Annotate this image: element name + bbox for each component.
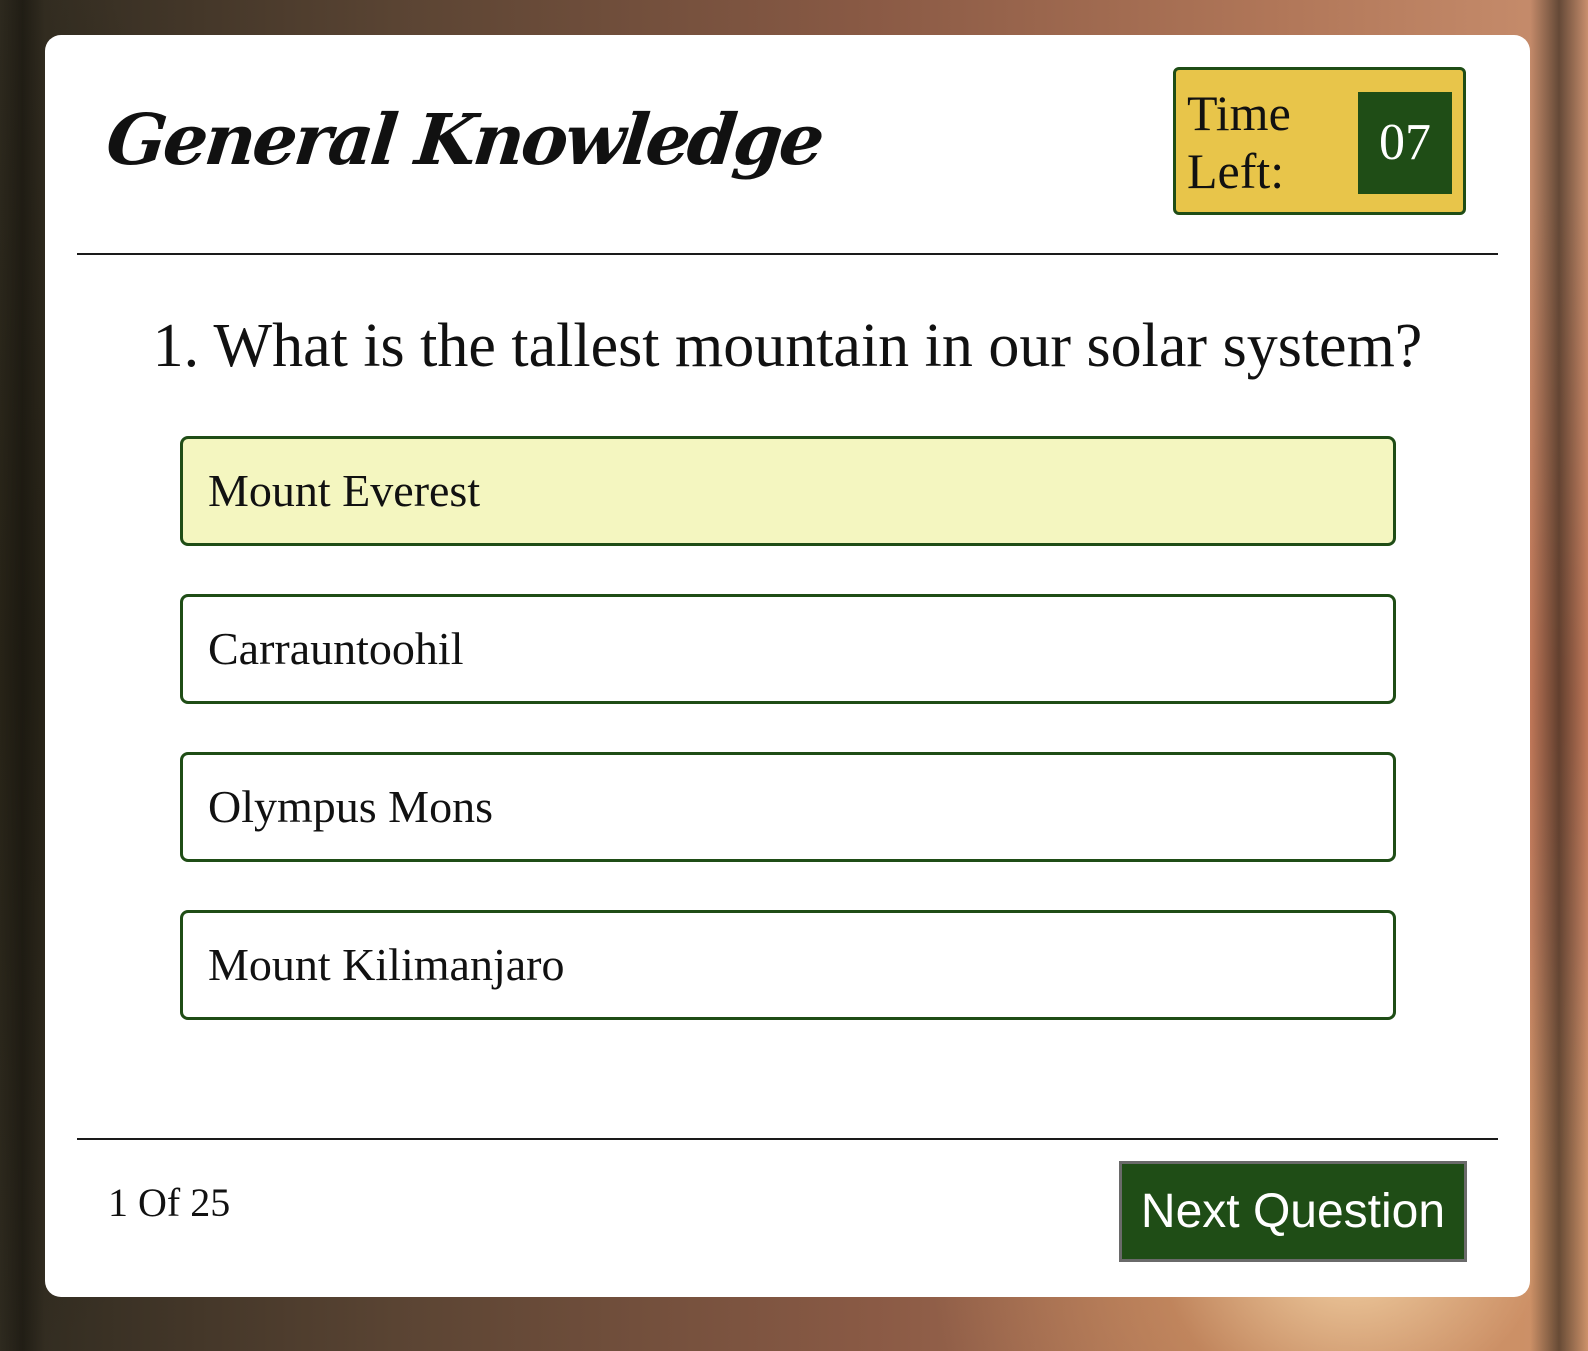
next-question-button[interactable]: Next Question [1119, 1161, 1467, 1262]
timer-label: Time Left: [1187, 85, 1291, 199]
footer-divider [77, 1138, 1498, 1140]
question-text: 1. What is the tallest mountain in our s… [152, 312, 1423, 380]
tree-trunk [1530, 0, 1588, 1351]
answer-option[interactable]: Mount Everest [180, 436, 1396, 546]
tree-trunk [0, 0, 45, 1351]
timer-value: 07 [1358, 92, 1452, 194]
answer-option[interactable]: Mount Kilimanjaro [180, 910, 1396, 1020]
quiz-header: General Knowledge Time Left: 07 [77, 35, 1498, 255]
answer-option[interactable]: Olympus Mons [180, 752, 1396, 862]
quiz-card: General Knowledge Time Left: 07 1. What … [45, 35, 1530, 1297]
question-counter: 1 Of 25 [108, 1180, 231, 1225]
answer-option[interactable]: Carrauntoohil [180, 594, 1396, 704]
timer-box: Time Left: 07 [1173, 67, 1466, 215]
quiz-title: General Knowledge [102, 98, 826, 181]
answer-options-list: Mount Everest Carrauntoohil Olympus Mons… [180, 436, 1396, 1068]
